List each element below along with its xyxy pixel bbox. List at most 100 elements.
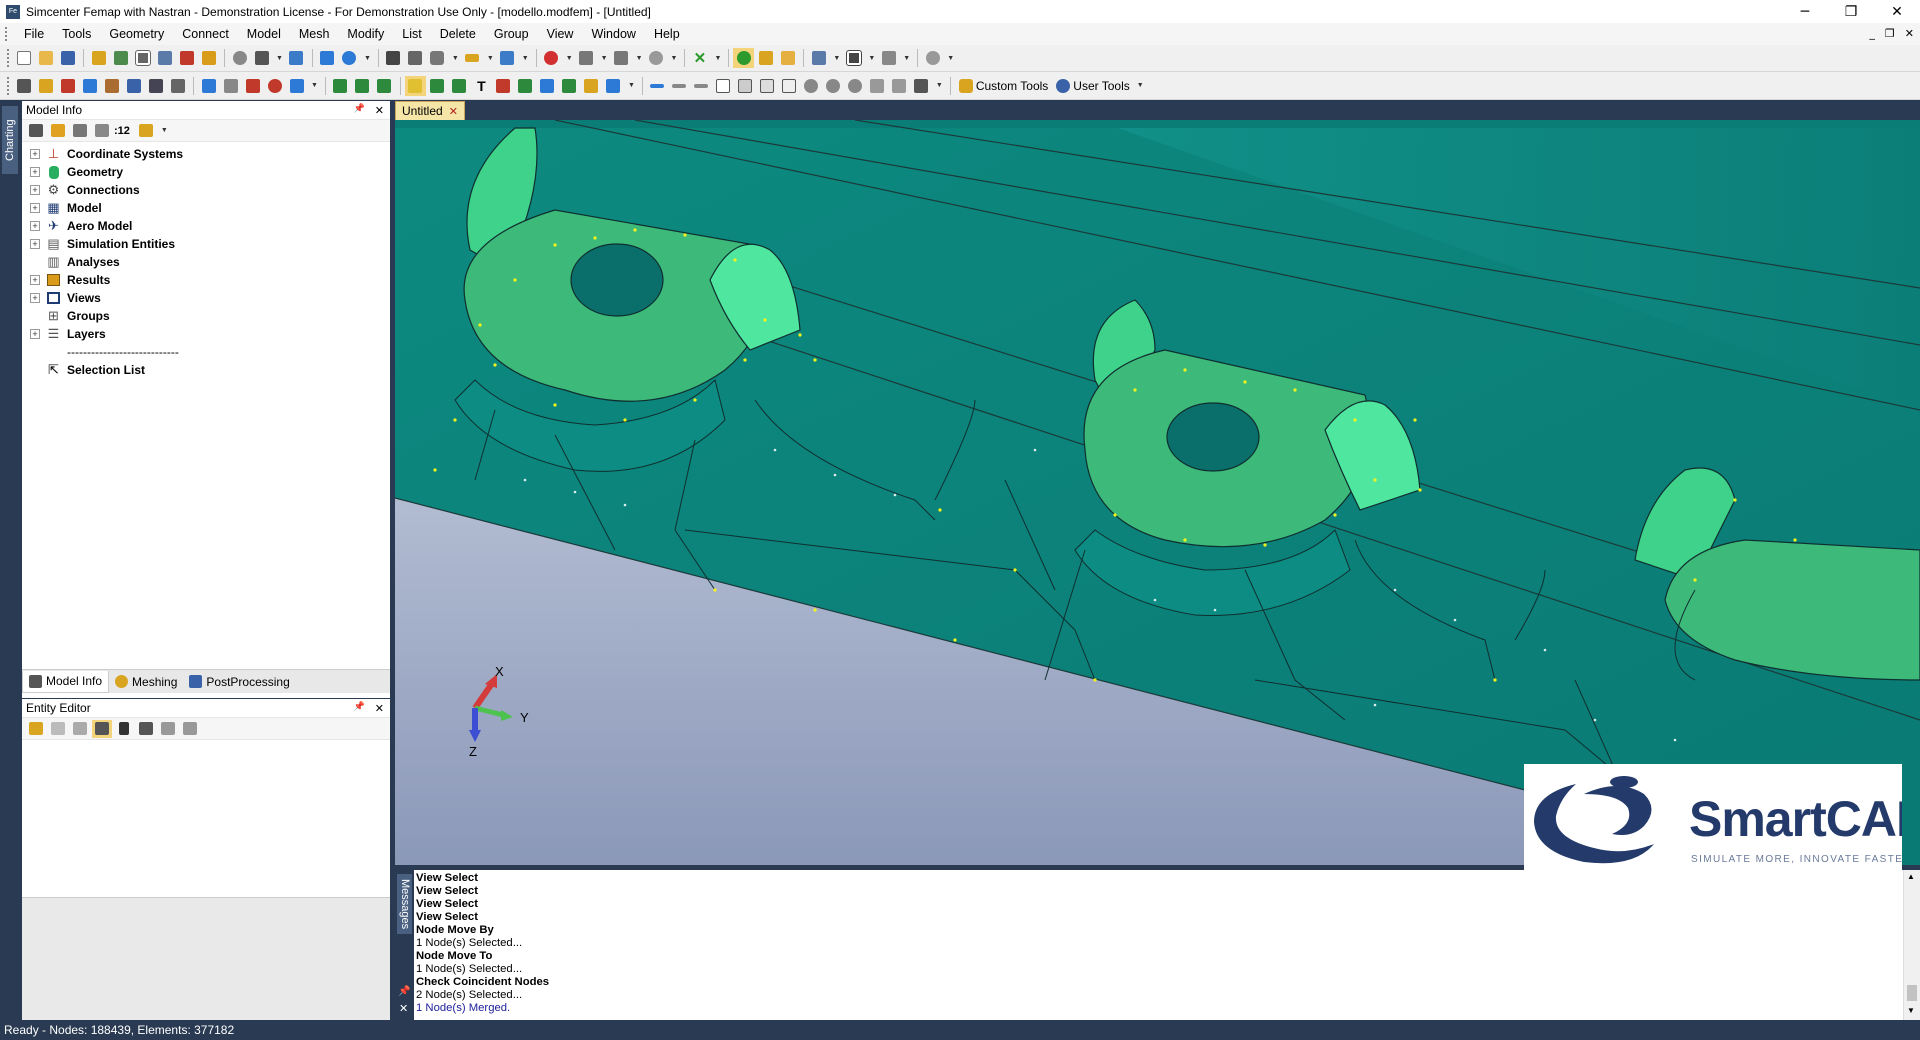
layers-button[interactable] bbox=[808, 48, 829, 68]
entity-group-button[interactable] bbox=[70, 720, 90, 738]
solid-button[interactable] bbox=[330, 76, 351, 96]
entity-copy-button[interactable] bbox=[48, 720, 68, 738]
menu-tools[interactable]: Tools bbox=[53, 23, 100, 45]
menu-mesh[interactable]: Mesh bbox=[290, 23, 339, 45]
view-rotate-button[interactable] bbox=[801, 76, 822, 96]
close-icon[interactable]: ✕ bbox=[375, 702, 384, 715]
node-button[interactable] bbox=[493, 76, 514, 96]
rotate-button[interactable] bbox=[646, 48, 667, 68]
entity-collapse-button[interactable] bbox=[180, 720, 200, 738]
menu-help[interactable]: Help bbox=[645, 23, 689, 45]
user-tools-button[interactable]: User Tools bbox=[1052, 76, 1133, 96]
chart-button[interactable] bbox=[79, 76, 100, 96]
curve-button[interactable] bbox=[374, 76, 395, 96]
erase-button[interactable] bbox=[777, 48, 798, 68]
model-tree-button[interactable] bbox=[13, 76, 34, 96]
view-home-button[interactable] bbox=[867, 76, 888, 96]
tree-brush-button[interactable] bbox=[136, 122, 156, 140]
load-button[interactable] bbox=[537, 76, 558, 96]
brush-button[interactable] bbox=[755, 48, 776, 68]
menu-model[interactable]: Model bbox=[238, 23, 290, 45]
mdi-close-button[interactable]: ✕ bbox=[1905, 23, 1914, 45]
menu-delete[interactable]: Delete bbox=[431, 23, 485, 45]
search-button[interactable] bbox=[264, 76, 285, 96]
material-button[interactable] bbox=[603, 76, 624, 96]
arc-button[interactable] bbox=[449, 76, 470, 96]
delete-button[interactable]: ✕ bbox=[689, 48, 710, 68]
box-view-button[interactable] bbox=[35, 76, 56, 96]
calc-button[interactable] bbox=[167, 76, 188, 96]
constraint-button[interactable] bbox=[559, 76, 580, 96]
settings-button[interactable] bbox=[922, 48, 943, 68]
mesh-tool-button[interactable] bbox=[132, 48, 153, 68]
menu-group[interactable]: Group bbox=[485, 23, 538, 45]
tree-item-layers[interactable]: + ☰ Layers bbox=[22, 325, 390, 343]
geometry-tool-button[interactable] bbox=[110, 48, 131, 68]
align-right-button[interactable] bbox=[669, 76, 690, 96]
close-button[interactable]: ✕ bbox=[1874, 0, 1920, 23]
stop-button[interactable] bbox=[541, 48, 562, 68]
close-icon[interactable]: ✕ bbox=[375, 104, 384, 117]
minimize-button[interactable]: ─ bbox=[1782, 0, 1828, 23]
post-toolbox-button[interactable] bbox=[242, 76, 263, 96]
scroll-up-icon[interactable]: ▲ bbox=[1907, 872, 1915, 881]
meshing-toolbox-button[interactable] bbox=[198, 76, 219, 96]
data-table-button[interactable] bbox=[123, 76, 144, 96]
menu-geometry[interactable]: Geometry bbox=[100, 23, 173, 45]
restore-button[interactable]: ❐ bbox=[1828, 0, 1874, 23]
messages-tab[interactable]: Messages bbox=[397, 874, 412, 934]
pick-button[interactable] bbox=[576, 48, 597, 68]
check-button[interactable] bbox=[733, 48, 755, 68]
print-button[interactable] bbox=[251, 48, 272, 68]
tab-meshing[interactable]: Meshing bbox=[109, 671, 183, 693]
tree-item-results[interactable]: + Results bbox=[22, 271, 390, 289]
table-tool-button[interactable] bbox=[154, 48, 175, 68]
close-icon[interactable]: ✕ bbox=[449, 105, 458, 118]
menu-modify[interactable]: Modify bbox=[338, 23, 393, 45]
solid-view-button[interactable] bbox=[427, 48, 448, 68]
model-tool-button[interactable] bbox=[176, 48, 197, 68]
align-left-button[interactable] bbox=[647, 76, 668, 96]
new-file-button[interactable] bbox=[13, 48, 34, 68]
tree-item-views[interactable]: + Views bbox=[22, 289, 390, 307]
pin-icon[interactable]: 📌 bbox=[354, 702, 365, 715]
list-button[interactable] bbox=[383, 48, 404, 68]
custom-tools-button[interactable]: Custom Tools bbox=[955, 76, 1052, 96]
printer-button[interactable] bbox=[220, 76, 241, 96]
text-button[interactable]: T bbox=[471, 76, 492, 96]
window-button[interactable] bbox=[878, 48, 899, 68]
copy-view-button[interactable] bbox=[317, 48, 338, 68]
ruler-button[interactable] bbox=[462, 48, 483, 68]
tree-item-model[interactable]: + ▦ Model bbox=[22, 199, 390, 217]
grid-a-button[interactable] bbox=[713, 76, 734, 96]
scroll-thumb[interactable] bbox=[1907, 985, 1917, 1001]
tree-item-coordinate-systems[interactable]: + ⊥ Coordinate Systems bbox=[22, 145, 390, 163]
entity-options-button[interactable] bbox=[136, 720, 156, 738]
paste-view-button[interactable] bbox=[339, 48, 360, 68]
tree-options-button[interactable] bbox=[26, 122, 46, 140]
group-view-button[interactable] bbox=[57, 76, 78, 96]
results-tool-button[interactable] bbox=[198, 48, 219, 68]
view-pan-button[interactable] bbox=[823, 76, 844, 96]
view-zoom-button[interactable] bbox=[845, 76, 866, 96]
grid-d-button[interactable] bbox=[779, 76, 800, 96]
tab-model-info[interactable]: Model Info bbox=[22, 670, 110, 693]
lock-button[interactable] bbox=[26, 720, 46, 738]
menu-connect[interactable]: Connect bbox=[173, 23, 238, 45]
tree-item-connections[interactable]: + ⚙ Connections bbox=[22, 181, 390, 199]
grid-c-button[interactable] bbox=[757, 76, 778, 96]
save-file-button[interactable] bbox=[57, 48, 78, 68]
menu-view[interactable]: View bbox=[538, 23, 583, 45]
tree-expand-button[interactable] bbox=[48, 122, 68, 140]
mdi-minimize-button[interactable]: _ bbox=[1869, 23, 1875, 45]
tab-untitled[interactable]: Untitled ✕ bbox=[395, 101, 465, 120]
viewports-button[interactable] bbox=[843, 48, 864, 68]
property-button[interactable] bbox=[581, 76, 602, 96]
graphics-viewport[interactable]: X Y Z bbox=[395, 120, 1920, 865]
view-fit-button[interactable] bbox=[889, 76, 910, 96]
undo-button[interactable] bbox=[229, 48, 250, 68]
categorize-button[interactable] bbox=[92, 719, 112, 738]
tree-item-selection-list[interactable]: ⇱ Selection List bbox=[22, 361, 390, 379]
grid-b-button[interactable] bbox=[735, 76, 756, 96]
tree-item-groups[interactable]: ⊞ Groups bbox=[22, 307, 390, 325]
